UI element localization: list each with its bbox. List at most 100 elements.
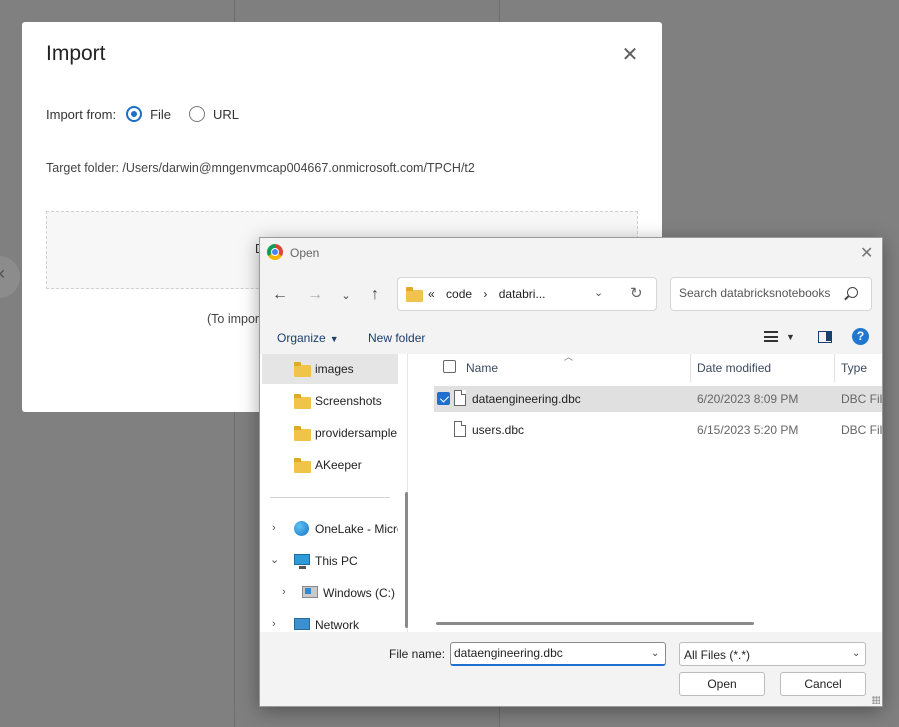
nav-item-label: images <box>315 362 354 376</box>
file-name: users.dbc <box>472 423 525 437</box>
search-box[interactable] <box>670 277 872 311</box>
search-icon[interactable] <box>847 287 858 298</box>
nav-item-label: Network <box>315 618 360 632</box>
nav-item-label: providersample <box>315 426 398 440</box>
nav-item-screenshots[interactable]: Screenshots <box>262 386 398 416</box>
help-icon[interactable]: ? <box>852 328 869 345</box>
column-header-type[interactable]: Type <box>841 361 867 375</box>
import-title: Import <box>46 42 106 65</box>
column-header-name[interactable]: Name <box>466 361 498 375</box>
back-arrow-icon[interactable]: ← <box>270 286 290 304</box>
radio-file[interactable] <box>126 106 143 122</box>
chevron-down-icon[interactable]: ⌄ <box>270 553 279 566</box>
column-divider[interactable] <box>690 354 691 382</box>
nav-item-akeeper[interactable]: AKeeper <box>262 450 398 480</box>
background-nav-button: ✕ <box>0 256 20 298</box>
search-input[interactable] <box>679 286 839 300</box>
radio-url[interactable] <box>189 106 206 122</box>
breadcrumb-overflow[interactable]: « <box>428 287 435 301</box>
file-icon <box>454 390 466 406</box>
chevron-down-icon[interactable]: ⌄ <box>651 648 659 659</box>
file-date: 6/15/2023 5:20 PM <box>697 423 799 437</box>
breadcrumb: « code › databri... <box>428 287 553 301</box>
import-from-label: Import from: <box>46 106 117 122</box>
file-name-combobox[interactable]: ⌄ <box>450 642 666 666</box>
chrome-icon <box>267 244 283 260</box>
nav-item-onelake[interactable]: › OneLake - Micro <box>262 514 398 544</box>
sort-ascending-icon: ︿ <box>564 352 574 362</box>
file-type: DBC File <box>841 392 883 406</box>
file-name: dataengineering.dbc <box>472 392 581 406</box>
view-list-icon[interactable] <box>764 331 778 342</box>
chevron-down-icon[interactable]: ⌄ <box>336 289 356 302</box>
new-folder-button[interactable]: New folder <box>368 331 425 345</box>
chevron-right-icon[interactable]: › <box>282 586 286 598</box>
close-icon[interactable]: ✕ <box>860 243 873 263</box>
command-bar: Organize ▼ New folder ▼ ? <box>260 320 882 354</box>
row-checkbox[interactable] <box>437 392 450 405</box>
file-icon <box>454 421 466 437</box>
refresh-icon[interactable]: ↻ <box>630 284 643 302</box>
up-arrow-icon[interactable]: ↑ <box>365 286 385 304</box>
nav-item-label: AKeeper <box>315 458 362 472</box>
navigation-bar: ← → ⌄ ↑ « code › databri... ⌄ ↻ <box>260 268 882 320</box>
file-name-input[interactable] <box>454 646 644 660</box>
column-divider[interactable] <box>834 354 835 382</box>
import-from-row: Import from: File URL <box>46 106 257 122</box>
preview-pane-icon[interactable] <box>818 331 832 343</box>
dialog-title: Open <box>290 246 320 260</box>
caret-down-icon: ▼ <box>329 334 339 344</box>
open-file-dialog: Open ✕ ← → ⌄ ↑ « code › databri... ⌄ ↻ O… <box>259 237 883 707</box>
folder-icon <box>294 394 311 409</box>
forward-arrow-icon[interactable]: → <box>305 286 325 304</box>
open-button[interactable]: Open <box>679 672 765 696</box>
caret-down-icon[interactable]: ▼ <box>786 332 795 342</box>
address-bar[interactable]: « code › databri... ⌄ ↻ <box>397 277 657 311</box>
folder-icon <box>294 458 311 473</box>
cancel-button[interactable]: Cancel <box>780 672 866 696</box>
close-icon[interactable]: ✕ <box>620 44 640 64</box>
table-row[interactable]: users.dbc 6/15/2023 5:20 PM DBC File <box>434 417 882 443</box>
table-row[interactable]: dataengineering.dbc 6/20/2023 8:09 PM DB… <box>434 386 882 412</box>
select-all-checkbox[interactable] <box>443 360 456 373</box>
breadcrumb-code[interactable]: code <box>446 287 472 301</box>
radio-file-label[interactable]: File <box>150 107 171 122</box>
folder-icon <box>294 362 311 377</box>
resize-grip-icon[interactable] <box>872 696 880 704</box>
target-folder: Target folder: /Users/darwin@mngenvmcap0… <box>46 161 475 175</box>
chevron-right-icon[interactable]: › <box>272 522 276 534</box>
chevron-right-icon[interactable]: › <box>272 618 276 630</box>
scrollbar[interactable] <box>436 622 754 625</box>
column-header-date[interactable]: Date modified <box>697 361 771 375</box>
nav-item-providersample[interactable]: providersample <box>262 418 398 448</box>
file-list: ︿ Name Date modified Type dataengineerin… <box>418 352 882 632</box>
navigation-pane: images Screenshots providersample AKeepe… <box>260 354 408 632</box>
nav-item-this-pc[interactable]: ⌄ This PC <box>262 546 398 576</box>
breadcrumb-databri[interactable]: databri... <box>499 287 546 301</box>
nav-item-images[interactable]: images <box>262 354 398 384</box>
dialog-footer: File name: ⌄ All Files (*.*) ⌄ Open Canc… <box>260 632 882 706</box>
import-note: (To impor <box>207 312 260 326</box>
radio-url-label[interactable]: URL <box>213 107 239 122</box>
computer-icon <box>294 554 310 569</box>
nav-item-label: Screenshots <box>315 394 382 408</box>
file-type-select[interactable]: All Files (*.*) ⌄ <box>679 642 866 666</box>
nav-item-label: This PC <box>315 554 358 568</box>
nav-item-label: Windows (C:) <box>323 586 396 600</box>
breadcrumb-separator-icon: › <box>483 287 488 301</box>
dialog-titlebar[interactable]: Open ✕ <box>260 238 882 268</box>
divider <box>270 497 390 498</box>
nav-item-label: OneLake - Micro <box>315 522 398 536</box>
network-icon <box>294 618 310 630</box>
file-name-label: File name: <box>389 647 446 661</box>
onelake-icon <box>294 521 309 536</box>
organize-label: Organize <box>277 331 326 345</box>
file-date: 6/20/2023 8:09 PM <box>697 392 799 406</box>
chevron-down-icon[interactable]: ⌄ <box>594 286 603 299</box>
scrollbar[interactable] <box>405 492 408 628</box>
chevron-down-icon[interactable]: ⌄ <box>852 648 860 659</box>
nav-item-windows-c[interactable]: › Windows (C:) <box>262 578 398 608</box>
close-icon: ✕ <box>0 267 6 283</box>
organize-button[interactable]: Organize ▼ <box>277 331 339 345</box>
drive-icon <box>302 586 318 598</box>
